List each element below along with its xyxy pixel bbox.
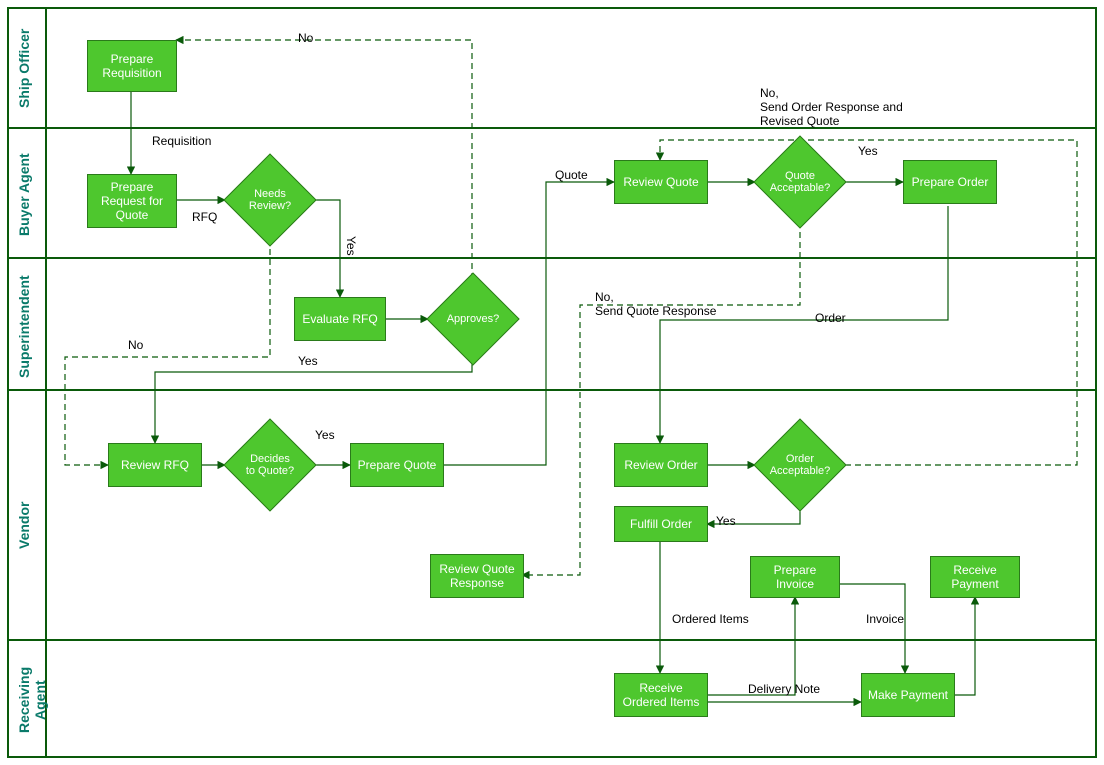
label-no-order-response: No,Send Order Response andRevised Quote [760,86,903,128]
diamond-needs-review: NeedsReview? [225,170,315,230]
box-review-quote: Review Quote [614,160,708,204]
box-prepare-quote: Prepare Quote [350,443,444,487]
lane-buyer-agent: Buyer Agent [16,150,32,240]
lane-receiving-agent: Receiving Agent [16,650,48,750]
lane-superintendent: Superintendent [16,272,32,382]
label-requisition: Requisition [152,134,211,148]
swimlane-diagram: Ship Officer Buyer Agent Superintendent … [0,0,1104,765]
box-review-order: Review Order [614,443,708,487]
label-invoice: Invoice [866,612,904,626]
box-prepare-invoice: PrepareInvoice [750,556,840,598]
label-order: Order [815,311,846,325]
box-review-rfq: Review RFQ [108,443,202,487]
lane-vendor: Vendor [16,480,32,570]
box-fulfill-order: Fulfill Order [614,506,708,542]
label-no-1: No [298,31,313,45]
label-yes-decides: Yes [315,428,335,442]
box-receive-payment: ReceivePayment [930,556,1020,598]
diamond-order-acceptable: OrderAcceptable? [755,435,845,495]
diamond-decides-quote: Decidesto Quote? [225,435,315,495]
label-yes-needsreview: Yes [344,236,358,256]
box-review-quote-response: Review QuoteResponse [430,554,524,598]
label-rfq: RFQ [192,210,217,224]
diagram-svg [0,0,1104,765]
label-quote: Quote [555,168,588,182]
label-yes-orderacc: Yes [716,514,736,528]
box-make-payment: Make Payment [861,673,955,717]
diamond-quote-acceptable: QuoteAcceptable? [755,152,845,212]
label-no-send-quote: No,Send Quote Response [595,290,716,318]
box-receive-ordered: ReceiveOrdered Items [614,673,708,717]
box-prepare-order: Prepare Order [903,160,997,204]
label-no-needsreview: No [128,338,143,352]
label-yes-approves: Yes [298,354,318,368]
label-ordered-items: Ordered Items [672,612,749,626]
box-prepare-rfq: PrepareRequest forQuote [87,174,177,228]
box-evaluate-rfq: Evaluate RFQ [294,297,386,341]
lane-ship-officer: Ship Officer [16,28,32,108]
box-prepare-requisition: PrepareRequisition [87,40,177,92]
label-delivery-note: Delivery Note [748,682,820,696]
label-yes-quoteacc: Yes [858,144,878,158]
diamond-approves: Approves? [428,289,518,349]
